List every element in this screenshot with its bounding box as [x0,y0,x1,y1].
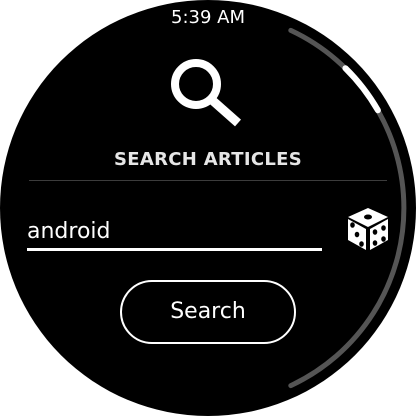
watch-screen: 5:39 AM SEARCH ARTICLES Search [0,0,416,416]
status-time: 5:39 AM [171,7,245,28]
dice-icon[interactable] [344,204,392,252]
search-icon [171,59,241,127]
page-title: SEARCH ARTICLES [114,149,302,170]
search-button[interactable]: Search [120,280,296,344]
divider [29,180,387,181]
scroll-thumb[interactable] [342,65,381,114]
search-input[interactable] [27,214,322,251]
